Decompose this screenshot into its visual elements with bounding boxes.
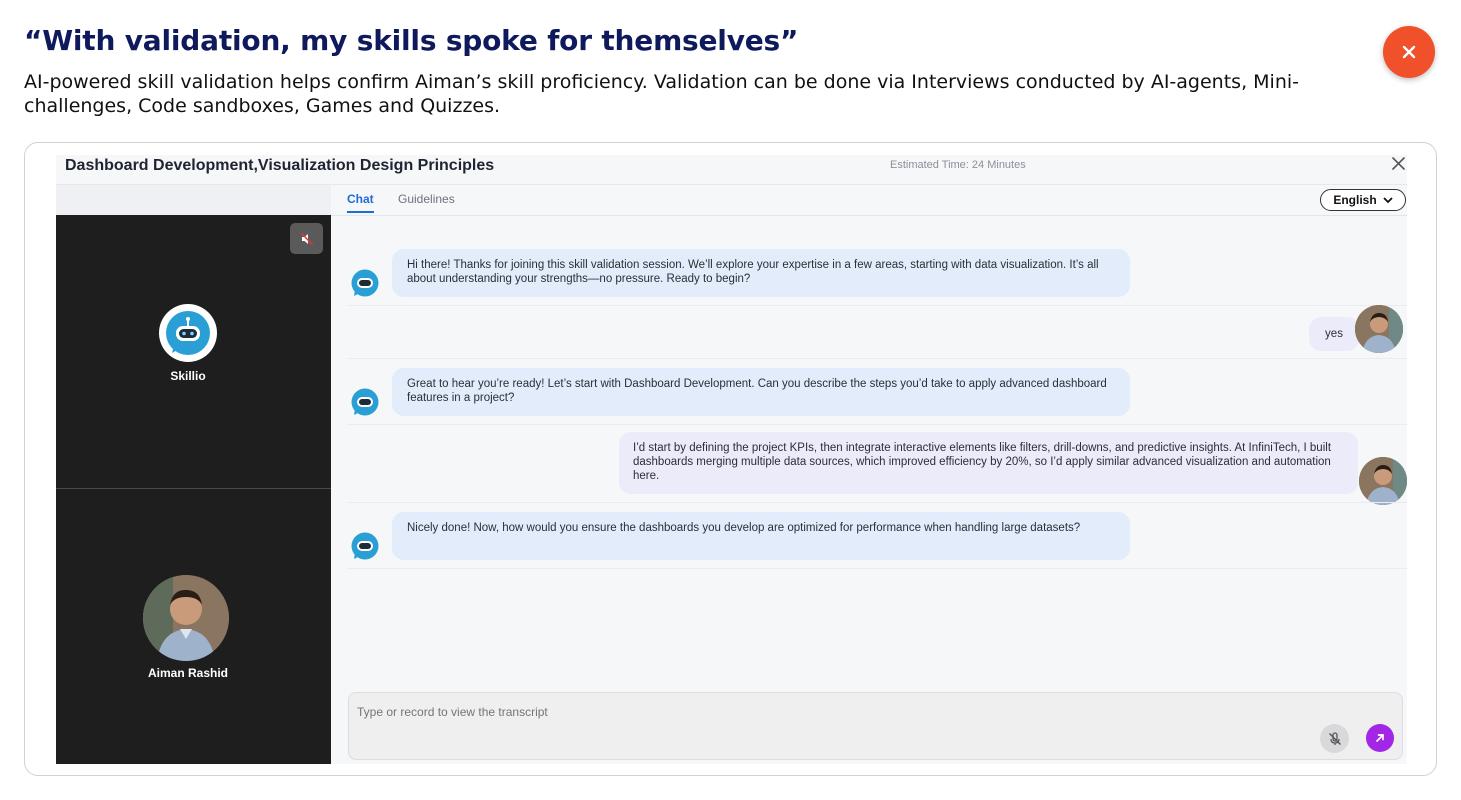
headline: “With validation, my skills spoke for th… [24,24,799,57]
subtext: AI-powered skill validation helps confir… [24,71,1300,117]
person-photo-icon [1359,457,1407,505]
language-select[interactable]: English [1320,189,1406,211]
bot-message: Great to hear you’re ready! Let’s start … [392,368,1130,416]
screenshot-frame: Dashboard Development,Visualization Desi… [24,142,1437,776]
robot-chat-icon [166,311,210,355]
send-button[interactable] [1366,724,1394,752]
person-photo-icon [1355,305,1403,353]
message-divider [347,424,1407,425]
bot-message: Hi there! Thanks for joining this skill … [392,249,1130,297]
left-panel-header [56,185,331,215]
app-header: Dashboard Development,Visualization Desi… [56,155,1407,185]
session-title: Dashboard Development,Visualization Desi… [65,157,495,174]
user-message-avatar [1359,457,1407,505]
transcript-input-box [348,692,1403,760]
video-panel: Skillio Aiman Rashid [56,215,331,764]
validation-app-window: Dashboard Development,Visualization Desi… [56,155,1407,764]
bot-message-icon [351,388,379,416]
message-divider [347,568,1407,569]
close-icon[interactable] [1390,155,1408,173]
close-button[interactable] [1383,26,1435,78]
mic-off-icon [1328,731,1341,745]
tab-guidelines[interactable]: Guidelines [398,192,455,211]
user-message-avatar [1355,305,1403,353]
person-photo-icon [143,575,229,661]
mute-toggle-button[interactable] [290,223,323,254]
user-name: Aiman Rashid [147,666,228,680]
user-avatar [143,575,229,661]
message-divider [347,358,1407,359]
bot-message-icon [351,269,379,297]
bot-message-icon [351,532,379,560]
transcript-input[interactable] [357,705,1257,719]
record-button[interactable] [1320,724,1349,753]
language-value: English [1333,193,1377,207]
message-divider [347,305,1407,306]
message-divider [347,502,1407,503]
bot-video-tile: Skillio [56,215,331,489]
bot-avatar [159,304,217,362]
speaker-muted-icon [300,232,313,245]
tab-chat[interactable]: Chat [347,192,374,213]
chat-transcript: Hi there! Thanks for joining this skill … [331,216,1407,681]
bot-name: Skillio [170,369,206,383]
send-arrow-icon [1376,734,1384,742]
user-message: I’d start by defining the project KPIs, … [619,432,1358,494]
chevron-down-icon [1383,197,1393,204]
estimated-time: Estimated Time: 24 Minutes [890,159,1026,171]
user-message: yes [1309,317,1359,351]
close-icon [1402,45,1416,59]
bot-message: Nicely done! Now, how would you ensure t… [392,512,1130,560]
